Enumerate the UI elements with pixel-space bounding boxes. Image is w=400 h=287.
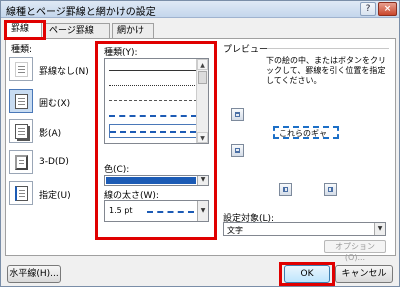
- borders-and-shading-dialog: 線種とページ罫線と網かけの設定 ? × 罫線 ページ罫線 網かけ 種類: 罫線な…: [0, 0, 400, 287]
- dialog-title: 線種とページ罫線と網かけの設定: [6, 7, 156, 18]
- preview-divider: [267, 48, 389, 49]
- cancel-button[interactable]: キャンセル: [335, 265, 393, 283]
- preview-hint: 下の絵の中、またはボタンをクリックして、罫線を引く位置を指定してください。: [266, 56, 386, 85]
- setting-box-label: 囲む(X): [39, 99, 71, 109]
- line-style-dotted[interactable]: [109, 79, 197, 93]
- line-style-scrollbar[interactable]: ▲ ▼: [196, 59, 208, 143]
- setting-3d[interactable]: 3-D(D): [9, 150, 91, 174]
- setting-3d-icon: [9, 150, 33, 174]
- setting-shadow-label: 影(A): [39, 129, 62, 139]
- line-width-select[interactable]: 1.5 pt ▼: [104, 200, 209, 222]
- setting-box[interactable]: 囲む(X): [9, 89, 91, 113]
- apply-to-select[interactable]: 文字 ▼: [223, 222, 386, 236]
- preview-sample[interactable]: これらのギャ: [273, 126, 339, 139]
- scroll-thumb[interactable]: [198, 71, 207, 84]
- chevron-down-icon[interactable]: ▼: [197, 176, 208, 185]
- setting-box-icon: [9, 89, 33, 113]
- color-label: 色(C):: [104, 165, 130, 175]
- setting-none-label: 罫線なし(N): [39, 67, 89, 77]
- preview-title: プレビュー: [223, 45, 269, 55]
- setting-custom-icon: [9, 181, 33, 205]
- help-button[interactable]: ?: [360, 2, 376, 16]
- color-swatch: [106, 177, 196, 184]
- setting-title: 種類:: [11, 45, 33, 55]
- setting-custom-label: 指定(U): [39, 191, 71, 201]
- style-title: 種類(Y):: [104, 48, 138, 58]
- line-style-solid[interactable]: [109, 64, 197, 78]
- chevron-down-icon[interactable]: ▼: [197, 201, 208, 221]
- tab-borders[interactable]: 罫線: [6, 21, 42, 39]
- scroll-up-icon[interactable]: ▲: [197, 59, 208, 70]
- line-style-dash-dot[interactable]: [109, 124, 197, 138]
- line-style-list[interactable]: ▲ ▼: [104, 58, 209, 144]
- line-width-sample: [147, 211, 194, 213]
- options-button[interactable]: オプション(O)...: [324, 240, 386, 262]
- scroll-down-icon[interactable]: ▼: [197, 132, 208, 143]
- right-border-button[interactable]: [324, 183, 337, 196]
- chevron-down-icon[interactable]: ▼: [374, 223, 385, 235]
- ok-button[interactable]: OK: [284, 265, 330, 283]
- horizontal-line-button[interactable]: 水平線(H)...: [7, 265, 61, 283]
- setting-shadow[interactable]: 影(A): [9, 119, 91, 143]
- setting-none-icon: [9, 57, 33, 81]
- line-style-dashed[interactable]: [109, 109, 197, 123]
- color-select[interactable]: ▼: [104, 175, 209, 186]
- close-button[interactable]: ×: [378, 2, 397, 16]
- top-border-button[interactable]: [231, 108, 244, 121]
- apply-to-value: 文字: [227, 226, 243, 235]
- setting-shadow-icon: [9, 119, 33, 143]
- tab-page-border[interactable]: ページ罫線: [44, 23, 110, 38]
- setting-none[interactable]: 罫線なし(N): [9, 57, 91, 81]
- bottom-border-button[interactable]: [231, 144, 244, 157]
- line-style-dashed-fine[interactable]: [109, 94, 197, 108]
- title-bar: 線種とページ罫線と網かけの設定 ? ×: [1, 1, 399, 18]
- left-border-button[interactable]: [279, 183, 292, 196]
- line-width-value: 1.5 pt: [109, 206, 133, 215]
- tab-shading[interactable]: 網かけ: [112, 23, 154, 38]
- setting-custom[interactable]: 指定(U): [9, 181, 91, 205]
- setting-3d-label: 3-D(D): [39, 157, 69, 167]
- preview-sample-text: これらのギャ: [279, 129, 327, 138]
